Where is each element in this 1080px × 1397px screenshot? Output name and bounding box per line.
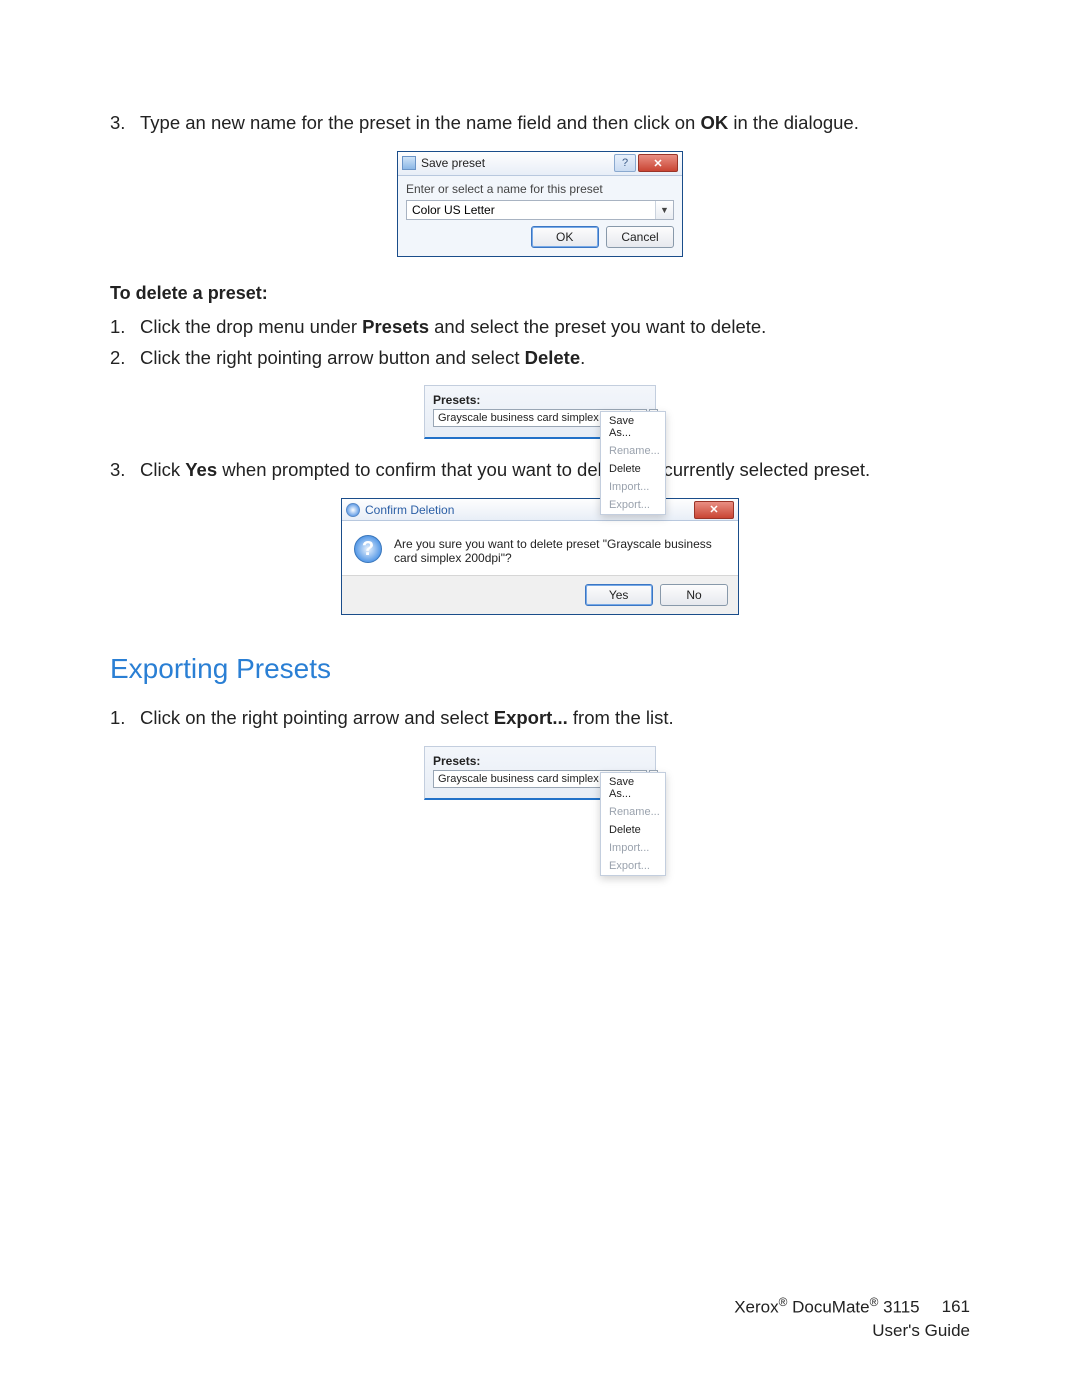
menu-rename[interactable]: Rename... bbox=[601, 803, 665, 821]
chevron-down-icon[interactable]: ▼ bbox=[655, 201, 673, 219]
dialog-app-icon bbox=[402, 156, 416, 170]
menu-delete[interactable]: Delete bbox=[601, 460, 665, 478]
preset-name-combo[interactable]: ▼ bbox=[406, 200, 674, 220]
section-title-exporting: Exporting Presets bbox=[110, 653, 970, 685]
step-rename-3: 3. Type an new name for the preset in th… bbox=[110, 110, 970, 137]
footer-product-line: Xerox® DocuMate® 3115161 bbox=[734, 1294, 970, 1319]
step-delete-1: 1. Click the drop menu under Presets and… bbox=[110, 314, 970, 341]
dialog-title: Save preset bbox=[421, 156, 614, 170]
yes-button[interactable]: Yes bbox=[585, 584, 653, 606]
no-button[interactable]: No bbox=[660, 584, 728, 606]
cancel-button[interactable]: Cancel bbox=[606, 226, 674, 248]
question-icon: ? bbox=[354, 535, 382, 563]
step-delete-2: 2. Click the right pointing arrow button… bbox=[110, 345, 970, 372]
menu-import[interactable]: Import... bbox=[601, 478, 665, 496]
figure-save-preset: Save preset ? ✕ Enter or select a name f… bbox=[110, 151, 970, 257]
subheading-delete: To delete a preset: bbox=[110, 283, 970, 304]
save-preset-dialog: Save preset ? ✕ Enter or select a name f… bbox=[397, 151, 683, 257]
menu-delete[interactable]: Delete bbox=[601, 821, 665, 839]
help-button[interactable]: ? bbox=[614, 154, 636, 172]
step-delete-3: 3. Click Yes when prompted to confirm th… bbox=[110, 457, 970, 484]
confirm-deletion-dialog: Confirm Deletion ✕ ? Are you sure you wa… bbox=[341, 498, 739, 615]
page-number: 161 bbox=[942, 1295, 970, 1319]
dialog-app-icon bbox=[346, 503, 360, 517]
menu-save-as[interactable]: Save As... bbox=[601, 773, 665, 803]
ok-button[interactable]: OK bbox=[531, 226, 599, 248]
dialog-titlebar: Save preset ? ✕ bbox=[398, 152, 682, 176]
figure-presets-menu-1: Save As... Rename... Delete Import... Ex… bbox=[110, 385, 970, 439]
close-button[interactable]: ✕ bbox=[694, 501, 734, 519]
footer-guide: User's Guide bbox=[734, 1319, 970, 1343]
close-button[interactable]: ✕ bbox=[638, 154, 678, 172]
figure-presets-menu-2: Save As... Rename... Delete Import... Ex… bbox=[110, 746, 970, 800]
preset-name-input[interactable] bbox=[407, 201, 655, 219]
step-export-1: 1. Click on the right pointing arrow and… bbox=[110, 705, 970, 732]
step-number: 3. bbox=[110, 110, 140, 137]
menu-rename[interactable]: Rename... bbox=[601, 442, 665, 460]
page-footer: Xerox® DocuMate® 3115161 User's Guide bbox=[734, 1294, 970, 1343]
presets-context-menu: Save As... Rename... Delete Import... Ex… bbox=[600, 772, 666, 876]
dialog-titlebar: Confirm Deletion ✕ bbox=[342, 499, 738, 521]
figure-confirm-deletion: Confirm Deletion ✕ ? Are you sure you wa… bbox=[110, 498, 970, 615]
presets-context-menu: Save As... Rename... Delete Import... Ex… bbox=[600, 411, 666, 515]
dialog-message: Are you sure you want to delete preset "… bbox=[394, 535, 726, 565]
menu-export[interactable]: Export... bbox=[601, 496, 665, 514]
presets-label: Presets: bbox=[433, 393, 647, 407]
presets-label: Presets: bbox=[433, 754, 647, 768]
menu-save-as[interactable]: Save As... bbox=[601, 412, 665, 442]
menu-import[interactable]: Import... bbox=[601, 839, 665, 857]
step-text: Type an new name for the preset in the n… bbox=[140, 110, 970, 137]
dialog-instruction: Enter or select a name for this preset bbox=[406, 182, 674, 196]
menu-export[interactable]: Export... bbox=[601, 857, 665, 875]
